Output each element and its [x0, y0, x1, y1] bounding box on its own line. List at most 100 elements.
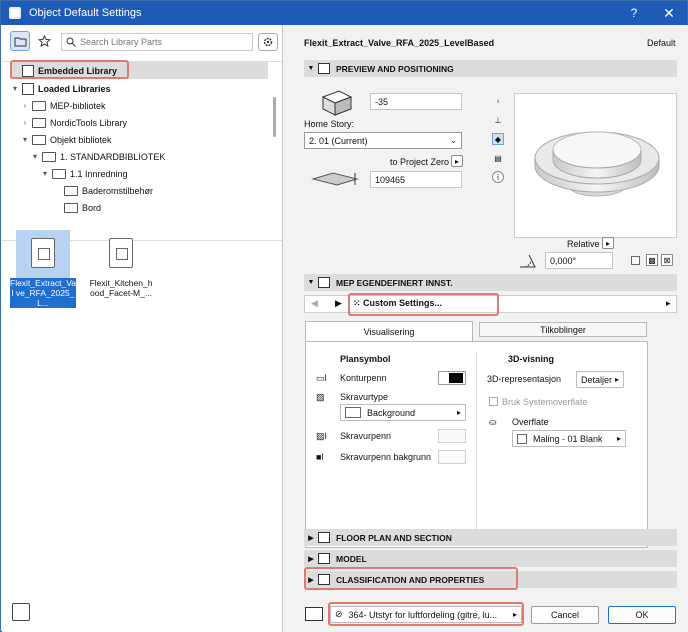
folder-view-icon[interactable]	[10, 31, 30, 51]
collapse-arrow-icon[interactable]: ▾	[40, 169, 50, 178]
elevation-icon	[321, 90, 353, 116]
preview-view-buttons: ▫ ⊥ ◆ ▤ i	[492, 95, 504, 187]
custom-settings-page[interactable]: ⁙ Custom Settings...	[353, 298, 442, 309]
tree-item-standardbibliotek[interactable]: ▾ 1. STANDARDBIBLIOTEK	[30, 148, 165, 165]
library-icon	[22, 82, 34, 95]
section-model[interactable]: ▶ MODEL	[304, 550, 677, 567]
gear-icon[interactable]	[258, 33, 278, 51]
side-view-icon[interactable]: ⊥	[492, 114, 504, 126]
tree-scrollbar[interactable]	[273, 97, 276, 137]
section-classification[interactable]: ▶ CLASSIFICATION AND PROPERTIES	[304, 571, 677, 588]
chevron-right-icon: ▸	[614, 375, 619, 384]
bg-pen-icon: ■ǀ	[316, 452, 324, 462]
dialog-window: Object Default Settings ? ✕ Embedded Lib…	[0, 0, 688, 632]
layer-icon	[305, 607, 323, 621]
collapse-arrow-icon[interactable]: ▾	[10, 84, 20, 93]
hatch-pen-icon: ▨ǀ	[316, 431, 327, 441]
folder-icon	[32, 100, 46, 111]
section-view-icon[interactable]: ▤	[492, 152, 504, 164]
skravurtype-select[interactable]: Background ▸	[340, 404, 466, 421]
layer-visibility-icon: ⊘	[335, 609, 343, 619]
home-story-select[interactable]: 2. 01 (Current) ⌄	[304, 132, 462, 149]
3d-representasjon-select[interactable]: Detaljer ▸	[576, 371, 624, 388]
file-item-kitchen-hood[interactable]: Flexit_Kitchen_h ood_Facet-M_...	[88, 230, 154, 298]
skravurpenn-picker[interactable]	[438, 429, 466, 443]
preview-section-icon	[318, 63, 330, 74]
tree-item-nordictools[interactable]: › NordicTools Library	[20, 114, 127, 131]
library-manager-icon[interactable]	[12, 603, 30, 621]
home-story-value: 2. 01 (Current)	[309, 135, 368, 146]
settings-pane: Flexit_Extract_Valve_RFA_2025_LevelBased…	[283, 25, 688, 632]
layer-select[interactable]: ⊘ 364- Utstyr for luftfordeling (gitre, …	[330, 606, 522, 623]
page-menu-arrow-icon[interactable]: ▸	[666, 298, 671, 309]
custom-settings-label: Custom Settings...	[363, 298, 443, 308]
project-zero-input[interactable]: 109465	[370, 171, 462, 188]
visualisering-panel: Plansymbol ▭ǀ Konturpenn ▨ Skravurtype B…	[305, 341, 648, 548]
custom-settings-bar: ◀ ▶ ⁙ Custom Settings... ▸	[304, 295, 677, 313]
tree-item-label: 1.1 Innredning	[70, 168, 128, 179]
tab-visualisering[interactable]: Visualisering	[305, 321, 473, 341]
tree-item-label: Baderomstilbehør	[82, 185, 154, 196]
3d-visning-heading: 3D-visning	[508, 354, 555, 364]
tab-tilkoblinger[interactable]: Tilkoblinger	[479, 322, 647, 337]
section-title: MEP EGENDEFINERT INNST.	[336, 277, 453, 288]
tree-item-loaded-libraries[interactable]: ▾ Loaded Libraries	[10, 80, 111, 97]
mirror-y-icon[interactable]: ⊠	[661, 254, 673, 266]
object-name: Flexit_Extract_Valve_RFA_2025_LevelBased	[304, 38, 495, 48]
section-preview-positioning[interactable]: ▼ PREVIEW AND POSITIONING	[304, 60, 677, 77]
tree-item-innredning[interactable]: ▾ 1.1 Innredning	[40, 165, 128, 182]
search-input[interactable]	[80, 37, 230, 47]
section-mep[interactable]: ▼ MEP EGENDEFINERT INNST.	[304, 274, 677, 291]
ok-button[interactable]: OK	[608, 606, 676, 624]
plan-view-icon[interactable]: ▫	[492, 95, 504, 107]
tree-item-label: NordicTools Library	[50, 117, 128, 128]
close-button[interactable]: ✕	[653, 1, 685, 25]
skravurpenn-bakgrunn-picker[interactable]	[438, 450, 466, 464]
3d-view-icon[interactable]: ◆	[492, 133, 504, 145]
collapse-arrow-icon[interactable]: ▾	[20, 135, 30, 144]
section-title: FLOOR PLAN AND SECTION	[336, 532, 452, 543]
expand-arrow-icon: ▶	[308, 555, 314, 563]
help-button[interactable]: ?	[619, 1, 649, 25]
relative-menu-button[interactable]: ▸	[602, 237, 614, 249]
section-floor-plan[interactable]: ▶ FLOOR PLAN AND SECTION	[304, 529, 677, 546]
project-zero-icon	[311, 172, 359, 186]
next-page-arrow-icon[interactable]: ▶	[335, 298, 342, 309]
folder-icon	[42, 151, 56, 162]
file-item-extract-valve[interactable]: Flexit_Extract_Val ve_RFA_2025_L...	[10, 230, 76, 308]
tree-item-baderomstilbehor[interactable]: Baderomstilbehør	[52, 182, 153, 199]
tree-item-bord[interactable]: Bord	[52, 199, 101, 216]
tree-item-mep-bibliotek[interactable]: › MEP-bibliotek	[20, 97, 106, 114]
3d-preview[interactable]	[514, 93, 677, 238]
expand-arrow-icon[interactable]: ›	[20, 118, 30, 127]
tree-item-label: MEP-bibliotek	[50, 100, 106, 111]
hatch-swatch	[345, 407, 361, 418]
expand-arrow-icon: ▶	[308, 534, 314, 542]
favorites-star-icon[interactable]	[34, 31, 54, 51]
info-icon[interactable]: i	[492, 171, 504, 183]
cancel-button[interactable]: Cancel	[531, 606, 599, 624]
collapse-arrow-icon[interactable]: ▾	[30, 152, 40, 161]
title-bar: Object Default Settings ? ✕	[1, 1, 687, 25]
app-icon	[9, 7, 21, 19]
reference-menu-button[interactable]: ▸	[451, 155, 463, 167]
tree-item-embedded-library[interactable]: Embedded Library	[10, 62, 268, 79]
elevation-input[interactable]: -35	[370, 93, 462, 110]
mirror-checkbox[interactable]	[631, 256, 640, 265]
library-icon	[22, 64, 34, 77]
tree-item-label: Objekt bibliotek	[50, 134, 112, 145]
search-box[interactable]	[61, 33, 253, 51]
angle-input[interactable]: 0,000°	[545, 252, 613, 269]
expand-arrow-icon: ▶	[308, 576, 314, 584]
expand-arrow-icon[interactable]: ›	[20, 101, 30, 110]
konturpenn-picker[interactable]	[438, 371, 466, 385]
mirror-x-icon[interactable]: ▩	[646, 254, 658, 266]
section-title: PREVIEW AND POSITIONING	[336, 63, 454, 74]
tree-item-objekt-bibliotek[interactable]: ▾ Objekt bibliotek	[20, 131, 112, 148]
overflate-select[interactable]: Maling - 01 Blank ▸	[512, 430, 626, 447]
pen-icon: ▭ǀ	[316, 373, 327, 383]
skravurpenn-bakgrunn-label: Skravurpenn bakgrunn	[340, 452, 432, 462]
mep-section-icon	[318, 277, 330, 288]
bruk-systemoverflate-checkbox[interactable]	[489, 397, 498, 406]
previous-page-arrow-icon[interactable]: ◀	[311, 298, 318, 309]
